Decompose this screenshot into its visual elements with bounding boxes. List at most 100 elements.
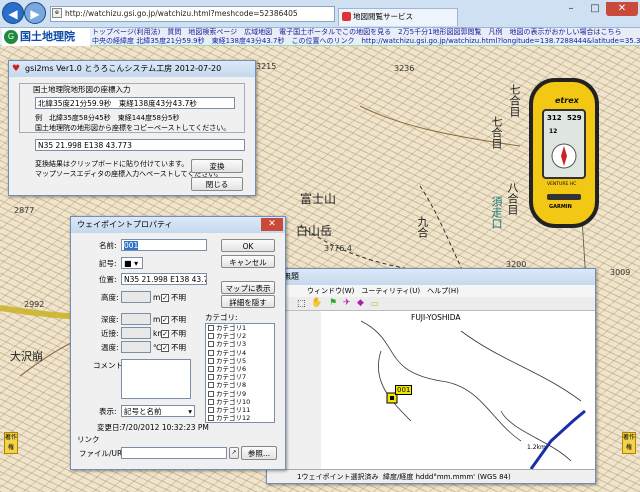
show-on-map-button[interactable]: マップに表示(S)	[221, 281, 275, 306]
mapsource-menu[interactable]: ウィンドウ(W) ユーティリティ(U) ヘルプ(H)	[267, 285, 595, 297]
gps-brand: etrex	[555, 96, 579, 105]
category-checkbox[interactable]	[208, 390, 214, 397]
category-checkbox[interactable]	[208, 341, 214, 348]
category-item[interactable]: カテゴリ9	[206, 390, 274, 398]
depth-input[interactable]	[121, 313, 151, 325]
waypoint-tool-icon[interactable]: ⚑	[329, 298, 337, 308]
category-checkbox[interactable]	[208, 365, 214, 372]
mapsource-titlebar[interactable]: 無題	[267, 269, 595, 285]
back-button[interactable]: ◀	[2, 2, 24, 24]
proximity-unknown-checkbox[interactable]	[161, 330, 169, 338]
category-label-text: カテゴリ3	[216, 340, 247, 349]
copyright-badge[interactable]: 著作権	[4, 432, 18, 454]
elevation-2992: 2992	[24, 300, 45, 309]
category-checkbox[interactable]	[208, 406, 214, 413]
hide-details-button[interactable]: 詳細を隠す	[221, 295, 275, 308]
altitude-unknown-label: 不明	[171, 293, 186, 302]
name-input[interactable]: 001	[121, 239, 207, 251]
map-scale: 1.2km	[527, 444, 546, 451]
map-area-name: FUJI-YOSHIDA	[411, 313, 461, 322]
logo-text[interactable]: 国土地理院	[20, 30, 75, 44]
browser-tab[interactable]: 地図閲覧サービス	[338, 8, 458, 26]
hand-tool-icon[interactable]: ✋	[311, 298, 322, 308]
category-list[interactable]: カテゴリ1 カテゴリ2 カテゴリ3 カテゴリ4 カテゴリ5 カテゴリ6 カテゴリ7 カテゴリ8…	[205, 323, 275, 423]
category-checkbox[interactable]	[208, 374, 214, 381]
category-item[interactable]: カテゴリ1	[206, 324, 274, 332]
dialog-close-icon[interactable]: ✕	[261, 218, 283, 231]
proximity-unknown[interactable]: 不明	[161, 329, 186, 339]
center-coordinates[interactable]: 中央の経緯度 北緯35度21分59.9秒 東経138度43分43.7秒 この位置…	[92, 37, 640, 46]
temperature-unknown[interactable]: 不明	[161, 343, 186, 353]
category-item[interactable]: カテゴリ3	[206, 340, 274, 348]
minimize-button[interactable]: –	[560, 2, 582, 16]
category-checkbox[interactable]	[208, 349, 214, 356]
waypoint-dialog-titlebar[interactable]: ウェイポイントプロパティ	[71, 217, 285, 233]
select-tool-icon[interactable]: ⬚	[297, 299, 306, 309]
depth-unknown-checkbox[interactable]	[161, 316, 169, 324]
browse-button[interactable]: 参照...	[241, 446, 277, 460]
gsi2ms-window: gsi2ms Ver1.0 とうろこんシステム工房 2012-07-20 ♥ 国…	[8, 60, 256, 196]
symbol-select[interactable]: ■ ▾	[121, 257, 143, 269]
depth-label: 深度:	[101, 315, 119, 324]
forward-button[interactable]: ▶	[24, 2, 46, 24]
comment-textarea[interactable]	[121, 359, 191, 399]
category-checkbox[interactable]	[208, 415, 214, 422]
category-item[interactable]: カテゴリ11	[206, 406, 274, 414]
cancel-button[interactable]: キャンセル	[221, 255, 275, 268]
map-label-shichigome-b: 七合目	[490, 116, 503, 149]
maximize-button[interactable]: □	[584, 2, 606, 16]
altitude-unknown[interactable]: 不明	[161, 293, 186, 303]
track-tool-icon[interactable]: ◆	[357, 298, 364, 308]
category-item[interactable]: カテゴリ5	[206, 357, 274, 365]
route-tool-icon[interactable]: ✈	[343, 298, 351, 308]
gps-readout-a: 312	[547, 114, 562, 122]
display-select[interactable]: 記号と名前 ▾	[121, 405, 195, 417]
measure-tool-icon[interactable]: ▭	[371, 299, 379, 308]
category-label-text: カテゴリ5	[216, 356, 247, 365]
map-label-hachigo: 八合目	[506, 182, 519, 215]
altitude-unknown-checkbox[interactable]	[161, 294, 169, 302]
waypoint-marker-label[interactable]: 001	[395, 385, 413, 395]
category-item[interactable]: カテゴリ10	[206, 398, 274, 406]
address-bar[interactable]: http://watchizu.gsi.go.jp/watchizu.html?…	[50, 6, 335, 22]
proximity-unknown-label: 不明	[171, 329, 186, 338]
elevation-3009: 3009	[610, 268, 631, 277]
depth-unknown[interactable]: 不明	[161, 315, 186, 325]
copyright-badge-right[interactable]: 著作権	[622, 432, 636, 454]
proximity-label: 近接:	[101, 329, 119, 338]
category-item[interactable]: カテゴリ6	[206, 365, 274, 373]
status-format: 緯度/経度 hddd°mm.mmm' (WGS 84)	[383, 473, 511, 481]
file-url-input[interactable]	[121, 447, 227, 459]
category-label-text: カテゴリ11	[216, 405, 251, 414]
category-item[interactable]: カテゴリ8	[206, 381, 274, 389]
converted-output[interactable]: N35 21.998 E138 43.773	[35, 139, 245, 151]
elevation-2877: 2877	[14, 206, 35, 215]
category-label-text: カテゴリ10	[216, 397, 251, 406]
category-item[interactable]: カテゴリ12	[206, 414, 274, 422]
temperature-unknown-checkbox[interactable]	[161, 344, 169, 352]
close-dialog-button[interactable]: 閉じる	[191, 177, 243, 191]
coordinate-input[interactable]: 北緯35度21分59.9秒 東経138度43分43.7秒	[35, 97, 235, 109]
category-checkbox[interactable]	[208, 333, 214, 340]
gsi2ms-titlebar[interactable]: gsi2ms Ver1.0 とうろこんシステム工房 2012-07-20	[9, 61, 255, 77]
favicon-icon	[342, 12, 351, 21]
ok-button[interactable]: OK	[221, 239, 275, 252]
category-checkbox[interactable]	[208, 398, 214, 405]
altitude-input[interactable]	[121, 291, 151, 303]
mapsource-map[interactable]: FUJI-YOSHIDA 001 1.2km	[321, 311, 595, 469]
altitude-unit: m	[153, 293, 161, 302]
open-link-icon[interactable]: ↗	[229, 447, 239, 459]
position-input[interactable]: N35 21.998 E138 43.773	[121, 273, 207, 285]
proximity-input[interactable]	[121, 327, 151, 339]
note-clipboard: 変換結果はクリップボードに貼り付けています。	[35, 160, 189, 168]
display-value: 記号と名前	[124, 407, 162, 416]
convert-button[interactable]: 変換	[191, 159, 243, 173]
depth-unknown-label: 不明	[171, 315, 186, 324]
category-checkbox[interactable]	[208, 357, 214, 364]
category-item[interactable]: カテゴリ4	[206, 349, 274, 357]
category-checkbox[interactable]	[208, 325, 214, 331]
header-links[interactable]: トップページ(利用法) 質問 地図検索ページ 広域地図 電子国土ポータルでこの地…	[92, 28, 622, 37]
close-button[interactable]: ✕	[606, 2, 638, 16]
temperature-input[interactable]	[121, 341, 151, 353]
category-checkbox[interactable]	[208, 382, 214, 389]
